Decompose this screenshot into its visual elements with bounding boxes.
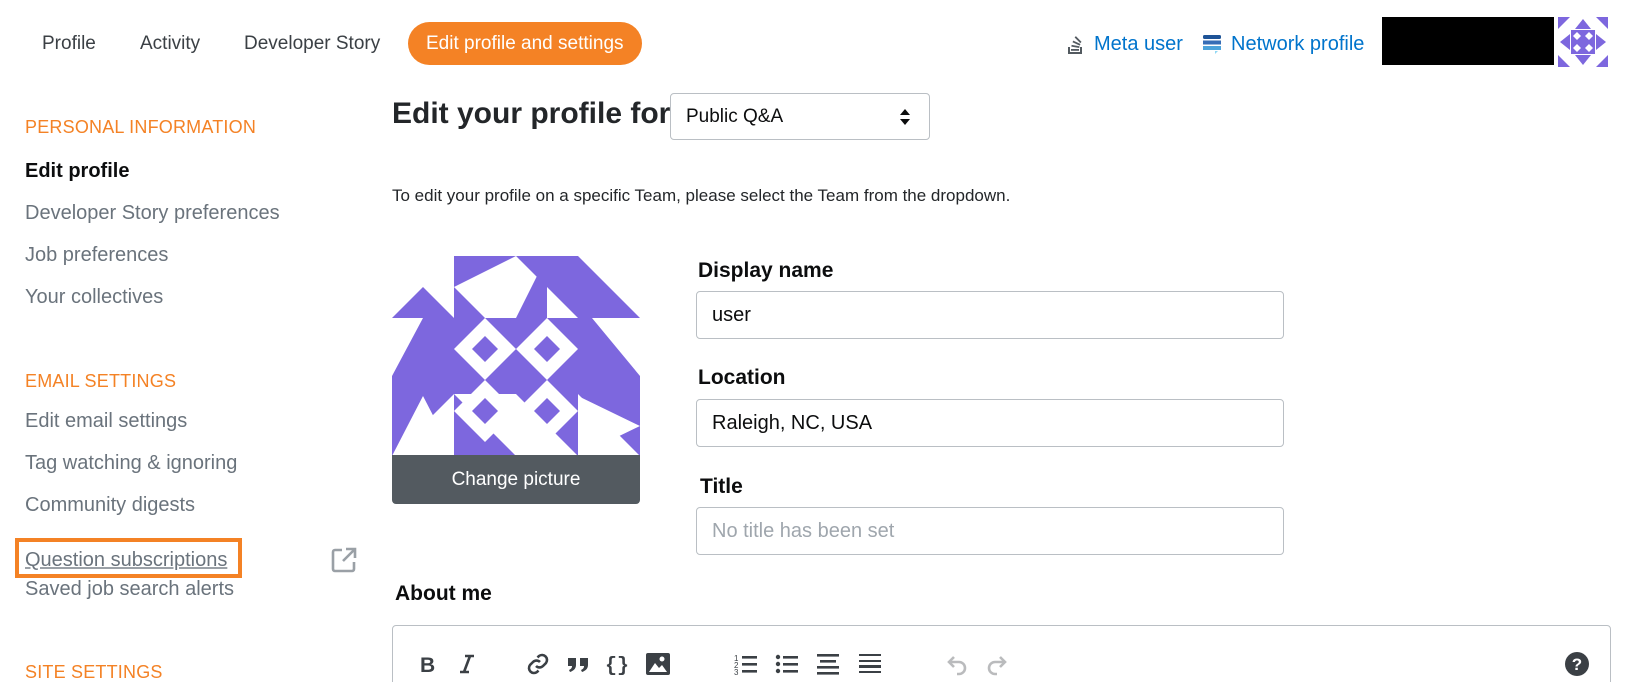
sidebar-item-your-collectives[interactable]: Your collectives xyxy=(25,286,163,309)
ordered-list-button[interactable]: 123 xyxy=(732,650,760,678)
svg-text:?: ? xyxy=(1572,655,1582,674)
svg-text:B: B xyxy=(420,654,435,675)
unordered-list-button[interactable] xyxy=(773,650,801,678)
meta-user-link[interactable]: Meta user xyxy=(1067,30,1183,58)
horizontal-rule-icon xyxy=(859,654,881,673)
sidebar-item-community-digests[interactable]: Community digests xyxy=(25,494,195,517)
sidebar-item-developer-story-preferences[interactable]: Developer Story preferences xyxy=(25,202,280,225)
network-profile-link[interactable]: Network profile xyxy=(1202,30,1364,58)
sidebar-item-question-subscriptions[interactable]: Question subscriptions xyxy=(15,538,242,578)
undo-button[interactable] xyxy=(943,650,971,678)
svg-text:{}: {} xyxy=(605,655,629,675)
profile-picture xyxy=(392,256,640,456)
sidebar-item-job-preferences[interactable]: Job preferences xyxy=(25,244,168,267)
redacted-username xyxy=(1382,17,1554,65)
horizontal-rule-button[interactable] xyxy=(856,650,884,678)
about-me-label: About me xyxy=(395,582,492,605)
stack-overflow-meta-icon xyxy=(1068,36,1082,54)
user-avatar[interactable] xyxy=(1558,17,1608,67)
settings-sidebar: PERSONAL INFORMATION Edit profile Develo… xyxy=(0,100,370,682)
unordered-list-icon xyxy=(775,654,798,674)
page-title: Edit your profile for xyxy=(392,97,671,130)
help-icon: ? xyxy=(1565,652,1589,676)
title-label: Title xyxy=(700,475,743,498)
italic-button[interactable] xyxy=(453,650,481,678)
location-label: Location xyxy=(698,366,786,389)
heading-icon xyxy=(817,654,839,675)
redo-icon xyxy=(987,656,1007,676)
personal-information-heading: PERSONAL INFORMATION xyxy=(25,117,257,137)
ordered-list-icon: 123 xyxy=(734,654,757,675)
sidebar-item-tag-watching[interactable]: Tag watching & ignoring xyxy=(25,452,237,475)
top-navigation: Profile Activity Developer Story Edit pr… xyxy=(0,0,1633,86)
sidebar-item-edit-profile[interactable]: Edit profile xyxy=(25,160,129,183)
site-settings-heading: SITE SETTINGS xyxy=(25,662,163,682)
tab-developer-story[interactable]: Developer Story xyxy=(226,22,398,65)
team-help-text: To edit your profile on a specific Team,… xyxy=(392,186,1011,205)
tab-profile[interactable]: Profile xyxy=(24,22,114,65)
undo-icon xyxy=(947,656,967,676)
svg-text:3: 3 xyxy=(734,668,739,675)
tab-activity[interactable]: Activity xyxy=(122,22,218,65)
profile-team-select-value: Public Q&A xyxy=(686,106,784,127)
change-picture-button[interactable]: Change picture xyxy=(392,455,640,504)
help-button[interactable]: ? xyxy=(1563,650,1591,678)
link-icon xyxy=(527,653,549,675)
redo-button[interactable] xyxy=(983,650,1011,678)
meta-user-label: Meta user xyxy=(1094,33,1183,55)
title-input[interactable] xyxy=(696,507,1284,555)
image-button[interactable] xyxy=(644,650,672,678)
about-me-editor: B {} 123 ? xyxy=(392,625,1611,682)
italic-icon xyxy=(460,654,474,674)
bold-button[interactable]: B xyxy=(413,650,441,678)
stack-exchange-icon xyxy=(1203,35,1221,54)
sidebar-item-edit-email-settings[interactable]: Edit email settings xyxy=(25,410,187,433)
image-icon xyxy=(646,653,670,675)
sidebar-item-saved-job-search-alerts[interactable]: Saved job search alerts xyxy=(25,578,234,601)
quote-button[interactable] xyxy=(564,650,592,678)
heading-button[interactable] xyxy=(814,650,842,678)
code-button[interactable]: {} xyxy=(604,650,632,678)
select-arrows-icon xyxy=(900,109,910,125)
tab-edit-profile-and-settings[interactable]: Edit profile and settings xyxy=(408,22,642,65)
profile-team-select[interactable]: Public Q&A xyxy=(670,93,930,140)
network-profile-label: Network profile xyxy=(1231,33,1365,55)
display-name-label: Display name xyxy=(698,259,834,282)
external-link-icon[interactable] xyxy=(330,546,358,574)
quote-icon xyxy=(568,658,588,672)
code-icon: {} xyxy=(605,655,629,675)
link-button[interactable] xyxy=(524,650,552,678)
email-settings-heading: EMAIL SETTINGS xyxy=(25,371,177,391)
bold-icon: B xyxy=(420,654,435,675)
location-input[interactable] xyxy=(696,399,1284,447)
display-name-input[interactable] xyxy=(696,291,1284,339)
